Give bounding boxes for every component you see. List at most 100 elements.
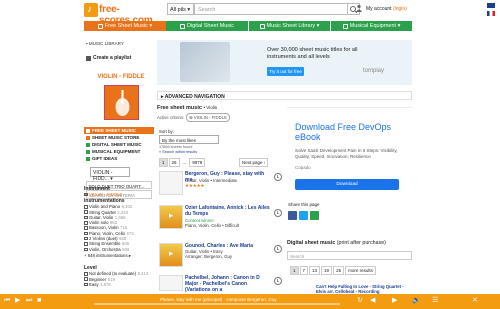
ad-download-button[interactable]: Download — [295, 179, 399, 190]
result-thumb[interactable] — [159, 171, 183, 195]
instrumentation-item-count: 673 — [126, 230, 134, 236]
category-gift-ideas[interactable]: GIFT IDEAS — [84, 155, 154, 162]
prev-icon[interactable]: ⏮ — [4, 297, 10, 305]
category-sheet-music-store[interactable]: SHEET MUSIC STORE — [84, 134, 154, 141]
back-icon[interactable]: ◀ — [370, 297, 375, 305]
music-library-title: ▪ MUSIC LIBRARY — [84, 40, 154, 47]
stop-icon[interactable]: ■ — [37, 297, 41, 305]
search-within-link[interactable]: » Search within results — [159, 150, 197, 154]
music-library-label: MUSIC LIBRARY — [88, 41, 124, 46]
user-icon[interactable] — [355, 4, 363, 12]
create-playlist-button[interactable]: Create a playlist — [84, 53, 154, 63]
digital-page[interactable]: 1 — [290, 266, 299, 275]
digital-pager: 1 7 13 19 25 more results — [290, 266, 376, 275]
category-free-sheet-music[interactable]: FREE SHEET MUSIC — [84, 127, 154, 134]
play-icon[interactable]: ▶ — [15, 297, 20, 305]
email-icon[interactable] — [310, 211, 319, 220]
level-item[interactable]: Easy 1,876 — [84, 282, 154, 287]
page-1[interactable]: 1 — [159, 158, 168, 167]
digital-search-input[interactable]: Search — [287, 251, 412, 260]
more-instrumentations-link[interactable]: + 648 instrumentations ▸ — [84, 253, 154, 258]
volume-icon[interactable]: 🔈 — [412, 297, 421, 305]
more-results-button[interactable]: more results — [345, 266, 376, 275]
login-link[interactable]: (login) — [393, 6, 407, 12]
results-found: 17866 sheets found — [159, 145, 193, 149]
checkbox[interactable] — [84, 226, 88, 230]
playlist-icon[interactable]: ☰ — [432, 297, 438, 305]
checkbox[interactable] — [84, 205, 88, 209]
digital-heading-label: Digital sheet music — [287, 240, 336, 246]
result-thumb-youtube[interactable]: ▶ — [159, 205, 183, 229]
category-musical-equipment[interactable]: MUSICAL EQUIPMENT — [84, 148, 154, 155]
tomplay-banner[interactable]: Over 30,000 sheet music titles for all i… — [157, 40, 412, 85]
book-icon — [259, 23, 265, 29]
close-icon[interactable]: ✕ — [472, 297, 478, 305]
result-title[interactable]: Pachelbel, Johann : Canon in D Major - P… — [185, 275, 271, 293]
search-input[interactable]: Search — [194, 3, 348, 15]
checkbox[interactable] — [84, 247, 88, 252]
instrumentation-item[interactable]: Violin, Orchestra 508 — [84, 247, 154, 252]
banner-try-button[interactable]: Try it out for free — [267, 67, 304, 76]
nav-digital-sheet-music[interactable]: Digital Sheet Music — [166, 21, 248, 31]
instrumentation-list: Violin and Piano 5,102 String Quartet 2,043… — [84, 204, 154, 252]
level-badge: L — [274, 245, 282, 253]
digital-page[interactable]: 25 — [333, 266, 345, 275]
checkbox[interactable] — [84, 231, 88, 236]
sort-select[interactable]: By the most likes — [159, 135, 219, 144]
checkbox[interactable] — [84, 236, 88, 241]
digital-item-title[interactable]: Can't Help Falling In Love - String Quar… — [316, 284, 412, 294]
advertisement[interactable]: Download Free DevOps eBook Solve SaaS De… — [287, 107, 412, 195]
page-last[interactable]: 9979 — [189, 158, 206, 167]
checkbox[interactable] — [84, 242, 88, 246]
digital-page[interactable]: 19 — [321, 266, 333, 275]
sheet-icon — [97, 23, 103, 29]
category-digital-sheet-music[interactable]: DIGITAL SHEET MUSIC — [84, 141, 154, 148]
checkbox[interactable] — [84, 272, 88, 276]
ad-title[interactable]: Download Free DevOps eBook — [295, 122, 405, 142]
advanced-navigation-toggle[interactable]: ▸ ADVANCED NAVIGATION — [157, 91, 412, 100]
criteria-chip[interactable]: ⊗ VIOLIN - FIDDLE — [185, 113, 230, 122]
results-heading-sub: • Violin — [203, 105, 218, 110]
flag-uk-icon[interactable] — [487, 3, 495, 8]
site-logo[interactable]: free-scores.com — [84, 2, 166, 26]
nav-label: Musical Equipment ▾ — [349, 23, 401, 29]
result-title[interactable]: Ozier Lafontaine, Annick : Les Ailes du … — [185, 205, 271, 217]
facebook-icon[interactable] — [288, 211, 297, 220]
next-icon[interactable]: ⏭ — [26, 297, 32, 305]
player-progress-bar[interactable] — [94, 303, 340, 305]
checkbox[interactable] — [84, 282, 88, 287]
checkbox[interactable] — [84, 210, 88, 214]
ad-text: Solve SaaS Development Pain In 5 Steps: … — [295, 148, 398, 159]
checkbox[interactable] — [84, 215, 88, 220]
category-label: MUSICAL EQUIPMENT — [92, 149, 141, 154]
nav-label: Music Sheet Library ▾ — [266, 23, 320, 29]
repeat-icon[interactable]: ↻ — [357, 297, 363, 305]
result-thumb[interactable] — [159, 275, 183, 291]
page-26[interactable]: 26 — [168, 158, 180, 167]
nav-musical-equipment[interactable]: Musical Equipment ▾ — [330, 21, 412, 31]
result-rating: ★★★★★ — [185, 183, 205, 188]
instrument-select[interactable]: VIOLIN - FIDD... ▾ — [90, 167, 130, 182]
results-heading: Free sheet music • Violin — [157, 105, 282, 111]
next-page-button[interactable]: Next page › — [239, 158, 269, 167]
checkbox[interactable] — [84, 221, 88, 225]
account-link[interactable]: My account (login) — [366, 6, 407, 12]
nav-music-sheet-library[interactable]: Music Sheet Library ▾ — [248, 21, 330, 31]
level-badge: L — [274, 173, 282, 181]
checkbox-checked[interactable] — [84, 192, 88, 197]
digital-page[interactable]: 13 — [309, 266, 321, 275]
twitter-icon[interactable] — [299, 211, 308, 220]
forward-icon[interactable]: ▶ — [392, 297, 397, 305]
flag-fr-icon[interactable] — [487, 11, 495, 16]
digital-page[interactable]: 7 — [299, 266, 309, 275]
category-dot-icon — [86, 142, 90, 147]
nav-free-sheet-music[interactable]: Free Sheet Music ▾ — [84, 21, 166, 31]
checkbox[interactable] — [84, 277, 88, 281]
search-scope-select[interactable]: All pils ▾ — [167, 3, 194, 15]
instrument-current[interactable]: VIOLIN - FIDDLE — [84, 192, 154, 197]
sidebar: ▪ MUSIC LIBRARY Create a playlist VIOLIN… — [84, 40, 154, 287]
ad-brand: Copado — [295, 165, 311, 170]
category-dot-icon — [86, 149, 90, 154]
category-label: SHEET MUSIC STORE — [92, 135, 140, 140]
result-thumb-youtube[interactable]: ▶ — [159, 243, 183, 267]
